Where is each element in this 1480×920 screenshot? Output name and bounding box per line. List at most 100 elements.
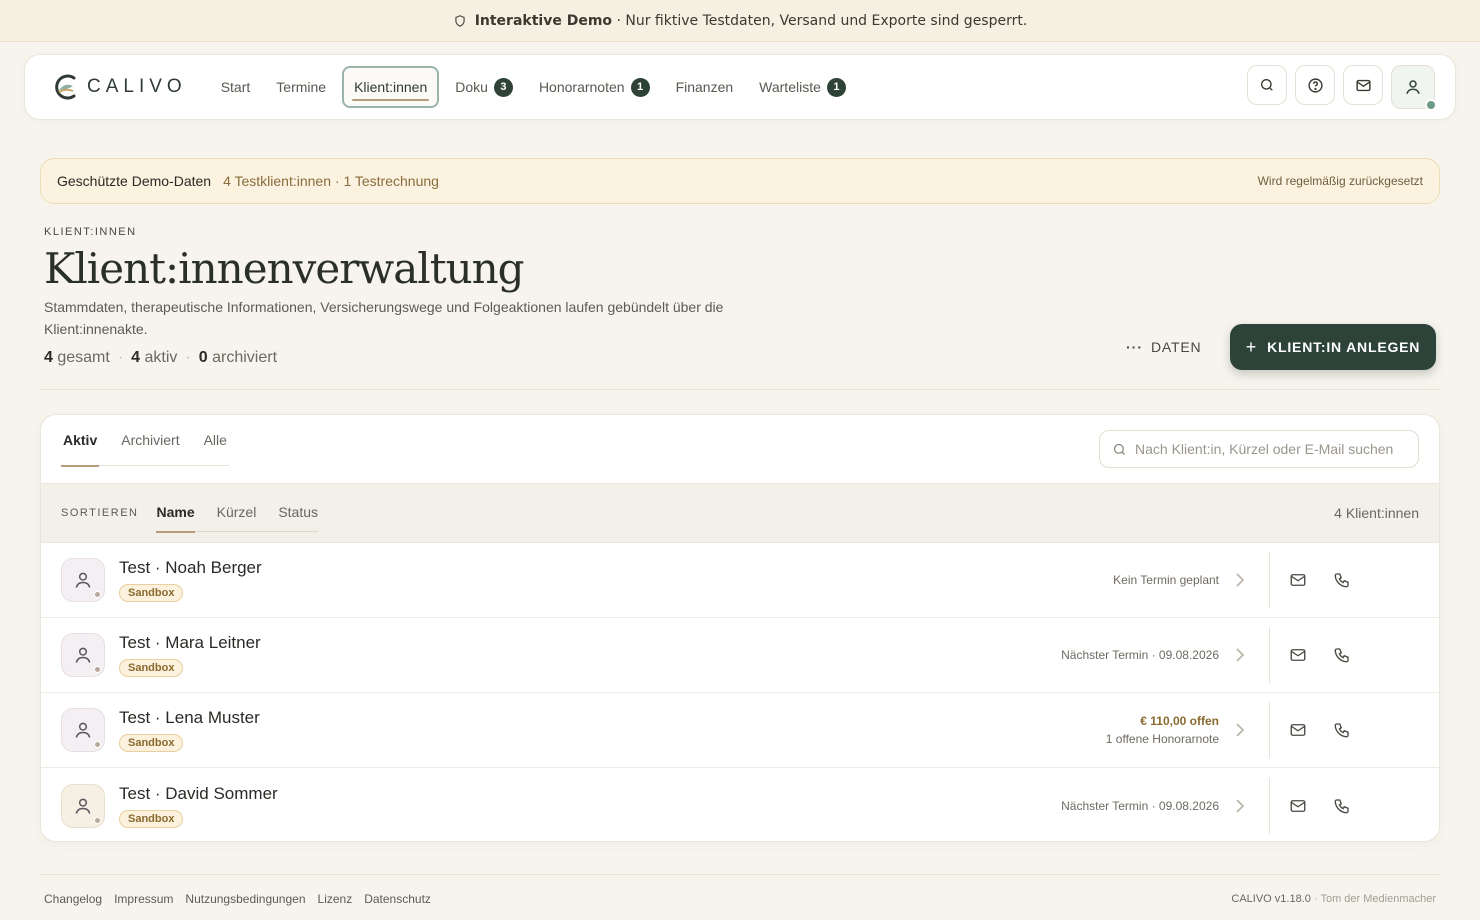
footer: Changelog Impressum Nutzungsbedingungen … [44, 892, 1436, 906]
tab-aktiv[interactable]: Aktiv [61, 432, 100, 467]
sandbox-badge: Sandbox [119, 734, 184, 752]
client-avatar [61, 708, 105, 752]
search-icon [1113, 443, 1125, 455]
appointment-text: Nächster Termin · 09.08.2026 [1061, 648, 1219, 662]
client-row[interactable]: Test · David Sommer Sandbox Nächster Ter… [41, 768, 1439, 841]
version-info: CALIVO v1.18.0 · Tom der Medienmacher [1231, 893, 1436, 905]
sandbox-badge: Sandbox [119, 809, 184, 828]
separator: · [185, 349, 191, 366]
client-name: Test · Noah Berger [119, 558, 262, 577]
client-row[interactable]: Test · Mara Leitner Sandbox Nächster Ter… [41, 618, 1439, 693]
nav-item-start[interactable]: Start [211, 66, 261, 108]
client-stats: 4 gesamt · 4 aktiv · 0 archiviert [44, 349, 277, 367]
mail-icon [1290, 574, 1306, 586]
demo-banner-title: Interaktive Demo [474, 12, 613, 29]
add-client-label: KLIENT:IN ANLEGEN [1267, 339, 1421, 355]
chevron-right-icon[interactable] [1235, 572, 1245, 588]
email-client-button[interactable] [1288, 720, 1308, 740]
nav-item-finanzen[interactable]: Finanzen [666, 66, 744, 108]
tab-alle[interactable]: Alle [202, 432, 229, 466]
separator: · [117, 349, 124, 366]
plus-icon: + [1245, 336, 1258, 357]
footer-link-privacy[interactable]: Datenschutz [364, 892, 431, 906]
call-client-button[interactable] [1332, 645, 1352, 665]
search-input[interactable] [1135, 441, 1405, 457]
status-dot [94, 741, 101, 748]
email-client-button[interactable] [1288, 645, 1308, 665]
count-badge: 1 [630, 77, 650, 97]
client-count: 4 Klient:innen [1334, 505, 1419, 521]
logo-icon [55, 74, 76, 100]
tab-archiviert[interactable]: Archiviert [119, 432, 181, 466]
demo-data-notice: Geschützte Demo-Daten 4 Testklient:innen… [40, 158, 1440, 204]
sort-label: SORTIEREN [61, 507, 139, 519]
page-eyebrow: KLIENT:INNEN [44, 226, 137, 238]
stat-archived-label: archiviert [212, 349, 278, 366]
email-client-button[interactable] [1288, 570, 1308, 590]
nav-label: Termine [276, 79, 327, 95]
email-client-button[interactable] [1288, 796, 1308, 816]
shield-icon [455, 14, 465, 27]
client-avatar [61, 633, 105, 677]
sort-status[interactable]: Status [278, 504, 318, 532]
search-button[interactable] [1247, 65, 1287, 105]
nav-item-warteliste[interactable]: Warteliste 1 [749, 66, 856, 108]
nav-label: Honorarnoten [538, 79, 625, 95]
user-menu-button[interactable] [1391, 65, 1437, 111]
stat-archived-value: 0 [198, 349, 208, 366]
top-navbar: CALIVO Start Termine Klient:innen Doku 3 … [24, 54, 1456, 120]
sort-kuerzel[interactable]: Kürzel [217, 504, 257, 532]
brand-logo[interactable]: CALIVO [51, 72, 187, 102]
page-description: Stammdaten, therapeutische Informationen… [44, 299, 724, 337]
nav-item-klientinnen[interactable]: Klient:innen [342, 66, 440, 108]
chevron-right-icon[interactable] [1235, 647, 1245, 663]
status-dot [94, 591, 101, 598]
demo-banner: Interaktive Demo · Nur fiktive Testdaten… [0, 0, 1480, 42]
client-avatar [61, 783, 105, 828]
footer-link-impressum[interactable]: Impressum [114, 892, 173, 906]
help-icon [1307, 77, 1323, 93]
client-row[interactable]: Test · Lena Muster Sandbox € 110,00 offe… [41, 693, 1439, 768]
billing-info: € 110,00 offen 1 offene Honorarnote [1106, 712, 1219, 748]
mail-icon [1290, 724, 1306, 736]
search-field[interactable] [1099, 430, 1419, 468]
appointment-text: Nächster Termin · 09.08.2026 [1061, 798, 1219, 813]
nav-item-doku[interactable]: Doku 3 [445, 66, 523, 108]
chevron-right-icon[interactable] [1235, 798, 1245, 814]
brand-name: CALIVO [87, 76, 187, 97]
footer-link-changelog[interactable]: Changelog [44, 892, 102, 906]
sandbox-badge: Sandbox [119, 584, 184, 602]
filter-tabs: Aktiv Archiviert Alle [61, 432, 229, 467]
appointment-info: Kein Termin geplant [1113, 571, 1219, 589]
user-icon [75, 722, 91, 738]
more-icon: ··· [1126, 339, 1143, 355]
help-button[interactable] [1295, 65, 1335, 105]
user-icon [75, 647, 91, 663]
call-client-button[interactable] [1332, 796, 1352, 816]
add-client-button[interactable]: + KLIENT:IN ANLEGEN [1230, 324, 1436, 370]
online-status-dot [1425, 99, 1437, 111]
nav-item-honorarnoten[interactable]: Honorarnoten 1 [529, 66, 660, 108]
mail-icon [1290, 649, 1306, 661]
nav-label: Warteliste [759, 79, 821, 95]
chevron-right-icon[interactable] [1235, 722, 1245, 738]
client-row[interactable]: Test · Noah Berger Sandbox Kein Termin g… [41, 543, 1439, 618]
divider [40, 389, 1440, 390]
phone-icon [1334, 723, 1349, 738]
call-client-button[interactable] [1332, 570, 1352, 590]
user-icon [75, 572, 91, 588]
phone-icon [1334, 573, 1349, 588]
footer-link-terms[interactable]: Nutzungsbedingungen [185, 892, 305, 906]
data-menu-button[interactable]: ··· DATEN [1126, 336, 1201, 358]
nav-item-termine[interactable]: Termine [266, 66, 336, 108]
footer-link-license[interactable]: Lizenz [318, 892, 353, 906]
stat-active-value: 4 [131, 349, 141, 366]
messages-button[interactable] [1343, 65, 1383, 105]
phone-icon [1334, 798, 1349, 813]
page-title: Klient:innenverwaltung [44, 244, 525, 293]
sort-name[interactable]: Name [156, 504, 195, 533]
stat-total-value: 4 [44, 349, 53, 366]
nav-label: Doku [455, 79, 488, 95]
call-client-button[interactable] [1332, 720, 1352, 740]
appointment-info: Nächster Termin · 09.08.2026 [1061, 797, 1219, 815]
